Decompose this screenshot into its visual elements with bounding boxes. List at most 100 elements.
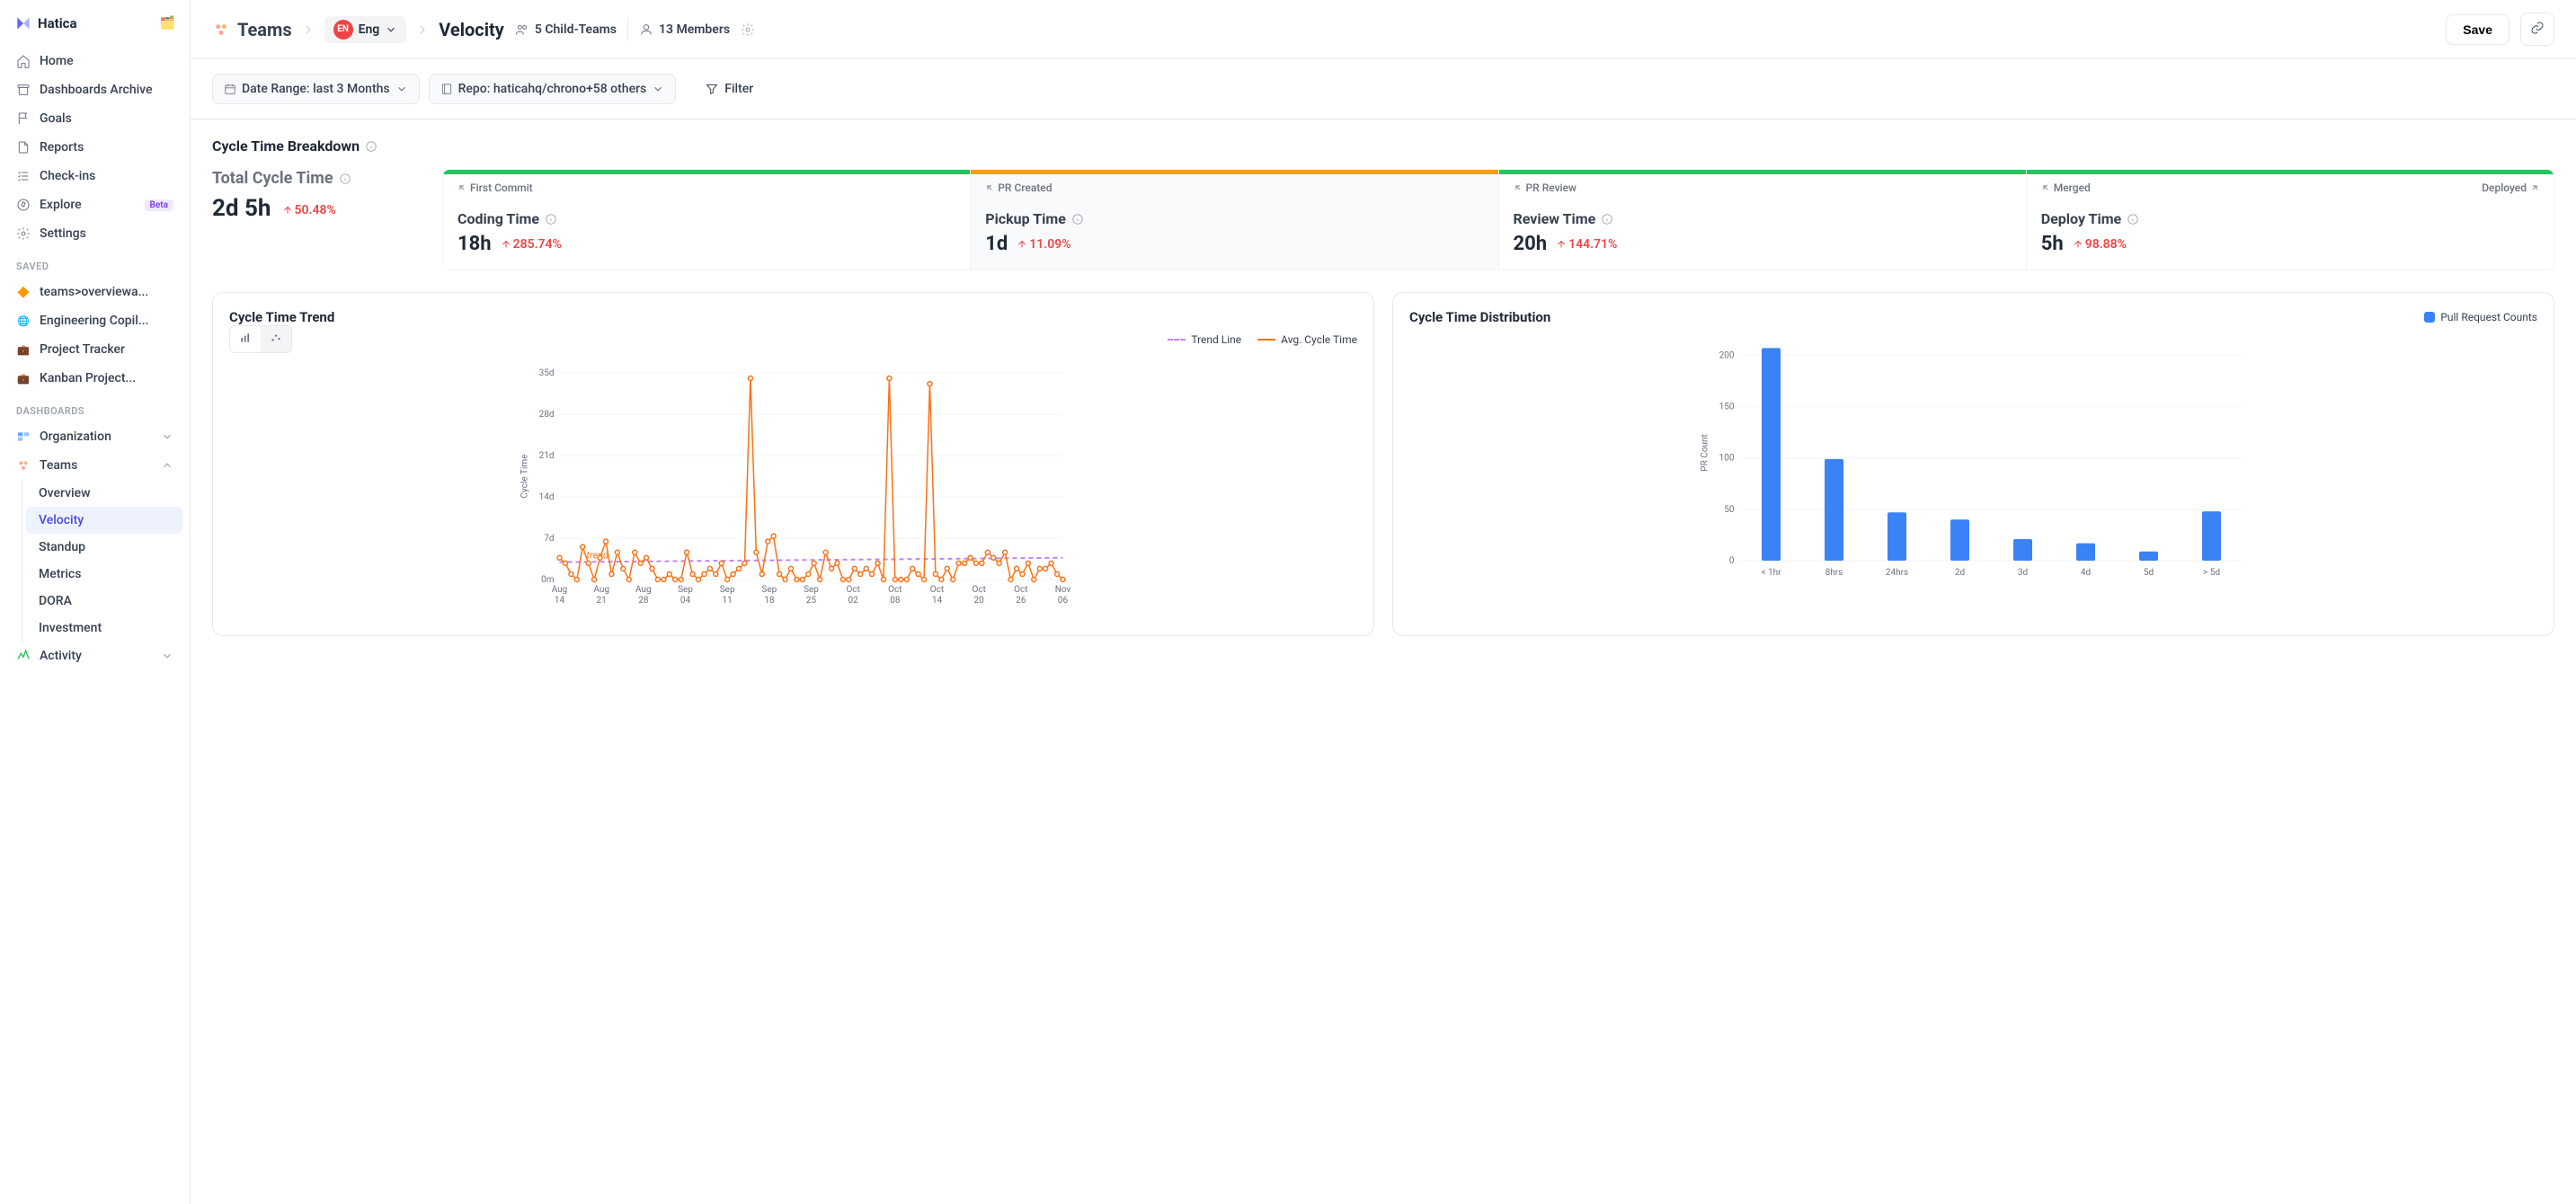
info-icon[interactable] [1071,213,1084,226]
saved-item[interactable]: 💼Kanban Project... [7,364,182,393]
members-meta[interactable]: 13 Members [639,22,730,37]
nav-item-goals[interactable]: Goals [7,104,182,133]
dashboards-section-label: DASHBOARDS [7,393,182,422]
check-icon [16,169,31,183]
section-title: Cycle Time Breakdown [212,137,2554,155]
breadcrumb-teams[interactable]: Teams [212,19,292,40]
dashboard-group-label: Teams [40,458,77,473]
arrow-up-right-icon [2530,183,2539,192]
nav-item-settings[interactable]: Settings [7,219,182,248]
info-icon[interactable] [339,173,351,185]
dashboard-group-teams[interactable]: Teams [7,451,182,480]
dashboard-group-organization[interactable]: Organization [7,422,182,451]
team-label: Eng [359,22,380,37]
stage-title: Coding Time [457,210,539,227]
nav-item-home[interactable]: Home [7,47,182,75]
stage-start-label: First Commit [457,181,533,194]
hatica-logo-icon [14,14,32,32]
saved-item-icon: 💼 [16,371,31,385]
nav-item-explore[interactable]: ExploreBeta [7,190,182,219]
scatter-chart-toggle[interactable] [261,326,291,352]
bar-chart-toggle[interactable] [230,326,261,352]
copy-link-button[interactable] [2520,13,2554,46]
save-button[interactable]: Save [2446,14,2509,45]
repo-label: Repo: haticahq/chrono+58 others [458,82,647,96]
svg-text:Oct: Oct [888,585,902,595]
saved-item[interactable]: 💼Project Tracker [7,335,182,364]
stage-delta: 11.09% [1017,237,1070,252]
chevron-down-icon [385,23,397,36]
arrow-up-icon [282,205,293,216]
nav-item-reports[interactable]: Reports [7,133,182,162]
filter-button[interactable]: Filter [694,75,764,103]
svg-text:Aug: Aug [635,585,652,595]
nav-subitem-overview[interactable]: Overview [26,480,182,507]
arrow-up-left-icon [2041,183,2050,192]
svg-text:24hrs: 24hrs [1886,568,1908,578]
info-icon[interactable] [365,140,378,153]
stage-start-label: Merged [2041,181,2091,194]
saved-item[interactable]: 🌐Engineering Copil... [7,306,182,335]
svg-text:PR Count: PR Count [1701,434,1710,471]
members-count: 13 Members [659,22,730,37]
nav-subitem-metrics[interactable]: Metrics [26,561,182,588]
svg-text:18: 18 [764,596,775,606]
svg-text:0: 0 [1729,556,1735,566]
arrow-up-icon [501,239,511,250]
workspace-icon[interactable]: 🗂️ [160,16,175,31]
cycle-stages: First Commit Coding Time 18h 285.74% PR … [442,169,2554,270]
filterbar: Date Range: last 3 Months Repo: haticahq… [191,59,2576,120]
stage-pickup-time[interactable]: PR Created Pickup Time 1d 11.09% [970,170,1497,270]
page-title: Velocity [439,19,504,40]
activity-icon [16,649,31,663]
saved-item-label: teams>overviewa... [40,285,148,299]
stage-value: 1d [985,233,1008,255]
svg-text:21: 21 [597,596,607,606]
svg-text:21d: 21d [539,451,555,461]
nav-subitem-dora[interactable]: DORA [26,588,182,615]
nav-item-label: Dashboards Archive [40,83,153,97]
svg-text:5d: 5d [2144,568,2154,578]
team-avatar: EN [333,20,353,40]
stage-review-time[interactable]: PR Review Review Time 20h 144.71% [1498,170,2026,270]
stage-coding-time[interactable]: First Commit Coding Time 18h 285.74% [443,170,970,270]
total-cycle-time-delta: 50.48% [282,203,336,217]
stage-end-label: Deployed [2482,181,2539,194]
nav-subitem-investment[interactable]: Investment [26,615,182,642]
dashboard-group-label: Organization [40,429,111,444]
stage-value: 18h [457,233,492,255]
brand-logo[interactable]: Hatica [14,14,77,32]
svg-text:< 1hr: < 1hr [1761,568,1781,578]
saved-item-icon: 💼 [16,342,31,357]
nav-item-dashboards-archive[interactable]: Dashboards Archive [7,75,182,104]
svg-text:8hrs: 8hrs [1825,568,1843,578]
stage-deploy-time[interactable]: Merged Deployed Deploy Time 5h 98.88% [2026,170,2554,270]
stage-delta: 285.74% [501,237,562,252]
user-icon [639,22,653,37]
nav-item-check-ins[interactable]: Check-ins [7,162,182,190]
cycle-time-trend-card: Cycle Time Trend Trend Line Avg. Cycle T… [212,292,1374,636]
nav-subitem-standup[interactable]: Standup [26,534,182,561]
compass-icon [16,198,31,212]
svg-text:Oct: Oct [972,585,985,595]
stage-start-label: PR Created [985,181,1052,194]
arrow-up-icon [1017,239,1027,250]
chevron-right-icon [415,22,430,37]
gear-icon[interactable] [741,22,755,37]
home-icon [16,54,31,68]
date-range-selector[interactable]: Date Range: last 3 Months [212,74,420,104]
info-icon[interactable] [545,213,557,226]
repo-selector[interactable]: Repo: haticahq/chrono+58 others [429,74,677,104]
sidebar: Hatica 🗂️ Home Dashboards Archive GoalsRep… [0,0,191,1204]
svg-text:50: 50 [1724,505,1735,515]
breadcrumb-team-selector[interactable]: EN Eng [324,16,407,43]
saved-item[interactable]: 🔶teams>overviewa... [7,278,182,306]
nav-item-label: Home [40,54,74,68]
nav-subitem-velocity[interactable]: Velocity [26,507,182,534]
chevron-down-icon [652,83,664,95]
dashboard-group-activity[interactable]: Activity [7,642,182,670]
info-icon[interactable] [2127,213,2139,226]
child-teams-meta[interactable]: 5 Child-Teams [515,22,617,37]
info-icon[interactable] [1601,213,1613,226]
svg-text:20: 20 [974,596,985,606]
